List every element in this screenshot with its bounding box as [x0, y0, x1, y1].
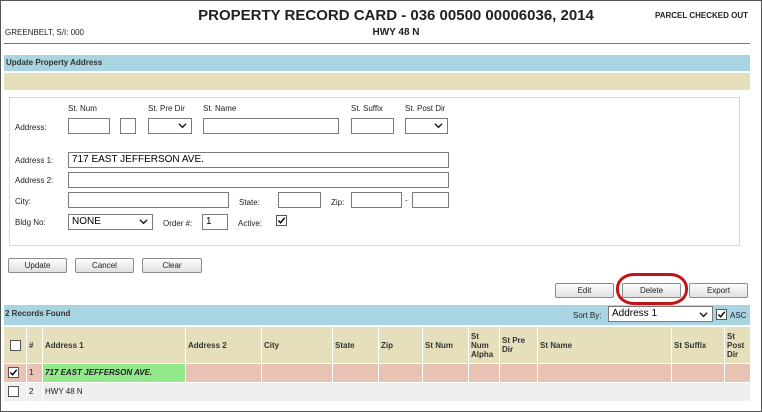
- col-header-zip[interactable]: Zip: [378, 327, 422, 363]
- cancel-button[interactable]: Cancel: [75, 258, 134, 273]
- col-header-st-post-dir[interactable]: St Post Dir: [724, 327, 750, 363]
- asc-checkbox[interactable]: [716, 309, 727, 320]
- clear-button[interactable]: Clear: [142, 258, 202, 273]
- st-post-dir-select[interactable]: [405, 118, 448, 134]
- delete-highlight-annotation: [616, 273, 688, 305]
- sort-by-label: Sort By:: [573, 311, 602, 320]
- col-header-st-num-alpha[interactable]: St Num Alpha: [468, 327, 499, 363]
- st-num-alpha-input[interactable]: [120, 118, 136, 134]
- select-all-checkbox[interactable]: [9, 339, 21, 351]
- edit-button[interactable]: Edit: [555, 283, 614, 298]
- sort-by-value: Address 1: [612, 308, 658, 319]
- st-pre-dir-label: St. Pre Dir: [148, 104, 185, 113]
- row-number: 2: [26, 383, 42, 401]
- chevron-down-icon: [434, 123, 443, 129]
- col-header-address2[interactable]: Address 2: [185, 327, 261, 363]
- order-label: Order #:: [163, 219, 193, 228]
- col-header-city[interactable]: City: [261, 327, 332, 363]
- row-address1: 717 EAST JEFFERSON AVE.: [42, 364, 185, 382]
- chevron-down-icon: [178, 123, 187, 129]
- address1-input[interactable]: 717 EAST JEFFERSON AVE.: [68, 152, 449, 168]
- st-suffix-input[interactable]: [351, 118, 394, 134]
- row-number: 1: [26, 364, 42, 382]
- checkmark-icon: [277, 217, 286, 224]
- col-header-address1[interactable]: Address 1: [42, 327, 185, 363]
- section-title: Update Property Address: [4, 55, 750, 71]
- st-suffix-label: St. Suffix: [351, 104, 383, 113]
- zip-extension-input[interactable]: [412, 192, 449, 208]
- bldg-label: Bldg No:: [15, 218, 46, 227]
- parcel-status: PARCEL CHECKED OUT: [654, 11, 748, 20]
- export-button[interactable]: Export: [689, 283, 748, 298]
- row-address1: HWY 48 N: [42, 383, 185, 401]
- checkmark-icon: [717, 311, 726, 318]
- st-name-input[interactable]: [203, 118, 339, 134]
- zip-separator: -: [405, 196, 408, 205]
- page-subtitle: HWY 48 N: [372, 27, 420, 38]
- address-label: Address:: [15, 123, 47, 132]
- active-label: Active:: [238, 219, 263, 228]
- update-button[interactable]: Update: [8, 258, 67, 273]
- header-divider: [4, 43, 750, 44]
- col-header-st-suffix[interactable]: St Suffix: [671, 327, 724, 363]
- table-row[interactable]: 1 717 EAST JEFFERSON AVE.: [4, 364, 750, 382]
- st-post-dir-label: St. Post Dir: [405, 104, 446, 113]
- message-bar: [4, 73, 750, 90]
- address2-label: Address 2:: [15, 176, 54, 185]
- zip-input[interactable]: [351, 192, 402, 208]
- chevron-down-icon: [699, 312, 708, 318]
- st-name-label: St. Name: [203, 104, 237, 113]
- bldg-value: NONE: [72, 216, 101, 227]
- city-label: City:: [15, 197, 31, 206]
- st-num-label: St. Num: [68, 104, 97, 113]
- address-form: St. Num St. Pre Dir St. Name St. Suffix …: [9, 97, 740, 246]
- col-header-state[interactable]: State: [332, 327, 378, 363]
- location-label: GREENBELT, S/I: 000: [5, 28, 84, 37]
- state-input[interactable]: [278, 192, 321, 208]
- checkmark-icon: [9, 369, 18, 376]
- st-pre-dir-select[interactable]: [148, 118, 192, 134]
- bldg-select[interactable]: NONE: [68, 214, 153, 230]
- col-header-st-name[interactable]: St Name: [537, 327, 671, 363]
- col-header-st-pre-dir[interactable]: St Pre Dir: [499, 327, 537, 363]
- col-header-num[interactable]: #: [26, 327, 42, 363]
- city-input[interactable]: [68, 192, 229, 208]
- row-checkbox[interactable]: [8, 386, 19, 397]
- zip-label: Zip:: [331, 198, 345, 207]
- state-label: State:: [239, 198, 260, 207]
- st-num-input[interactable]: [68, 118, 110, 134]
- col-header-st-num[interactable]: St Num: [422, 327, 468, 363]
- active-checkbox[interactable]: [276, 215, 287, 226]
- sort-by-select[interactable]: Address 1: [608, 306, 713, 322]
- asc-label: ASC: [730, 311, 747, 320]
- table-row[interactable]: 2 HWY 48 N: [4, 383, 750, 401]
- address1-label: Address 1:: [15, 156, 54, 165]
- records-bar: 2 Records Found Sort By: Address 1 ASC: [4, 305, 750, 325]
- page-title: PROPERTY RECORD CARD - 036 00500 0000603…: [198, 7, 594, 24]
- chevron-down-icon: [139, 219, 148, 225]
- address2-input[interactable]: [68, 172, 449, 188]
- order-input[interactable]: 1: [202, 214, 228, 230]
- row-checkbox[interactable]: [8, 367, 19, 378]
- records-found-label: 2 Records Found: [5, 309, 71, 318]
- table-header: # Address 1 Address 2 City State Zip St …: [4, 327, 750, 363]
